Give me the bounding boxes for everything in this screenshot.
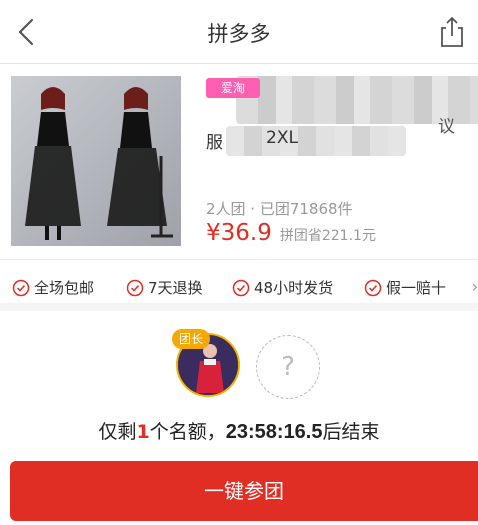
remain-suffix: 后结束: [322, 421, 380, 443]
brand-tag: 爱淘: [206, 78, 260, 98]
group-price: ¥36.9: [206, 220, 272, 246]
guarantee-shipping-time: 48小时发货: [232, 277, 333, 298]
guarantee-label: 全场包邮: [34, 279, 95, 297]
remain-mid: 个名额，: [149, 421, 226, 443]
blurred-title-line-2: [226, 126, 406, 156]
check-circle-icon: [364, 279, 382, 296]
share-icon: [441, 16, 463, 47]
guarantee-label: 48小时发货: [254, 279, 334, 297]
group-info: 2人团 · 已团71868件: [206, 200, 353, 218]
product-info: 爱淘 服 2XL 议 2人团 · 已团71868件 ¥36.9 拼团省221.1元: [206, 76, 478, 248]
check-circle-icon: [232, 279, 250, 296]
guarantee-label: 假一赔十: [386, 279, 447, 297]
empty-member-slot[interactable]: ?: [256, 335, 320, 399]
price-row: ¥36.9 拼团省221.1元: [206, 220, 376, 248]
guarantee-returns: 7天退换: [126, 277, 203, 298]
product-image[interactable]: [11, 76, 181, 246]
product-title-fragment-end: 议: [438, 117, 455, 137]
remain-prefix: 仅剩: [98, 421, 137, 443]
leader-badge: 团长: [172, 329, 210, 349]
chevron-right-icon[interactable]: ›: [472, 277, 478, 296]
page-title: 拼多多: [207, 22, 271, 46]
product-photo-illustration: [11, 76, 181, 246]
saved-amount: 拼团省221.1元: [279, 228, 376, 244]
product-title-fragment: 服: [206, 133, 224, 153]
product-title-fragment-size: 2XL: [266, 128, 298, 148]
remain-count: 1: [136, 421, 150, 443]
guarantee-authentic: 假一赔十: [364, 277, 446, 298]
guarantee-free-shipping: 全场包邮: [12, 277, 94, 298]
join-group-button[interactable]: 一键参团: [10, 461, 478, 521]
team-section: 团长 ? 仅剩1个名额，23:58:16.5后结束: [0, 319, 478, 459]
top-bar: 拼多多: [0, 0, 478, 64]
guarantee-label: 7天退换: [148, 279, 203, 297]
countdown-timer: 23:58:16.5: [225, 421, 323, 443]
product-card[interactable]: 爱淘 服 2XL 议 2人团 · 已团71868件 ¥36.9 拼团省221.1元: [0, 64, 478, 260]
remaining-slots-countdown: 仅剩1个名额，23:58:16.5后结束: [0, 417, 478, 444]
check-circle-icon: [126, 279, 144, 296]
check-circle-icon: [12, 279, 30, 296]
service-guarantees[interactable]: 全场包邮 7天退换 48小时发货 假一赔十 ›: [0, 261, 478, 311]
share-button[interactable]: [436, 14, 468, 50]
